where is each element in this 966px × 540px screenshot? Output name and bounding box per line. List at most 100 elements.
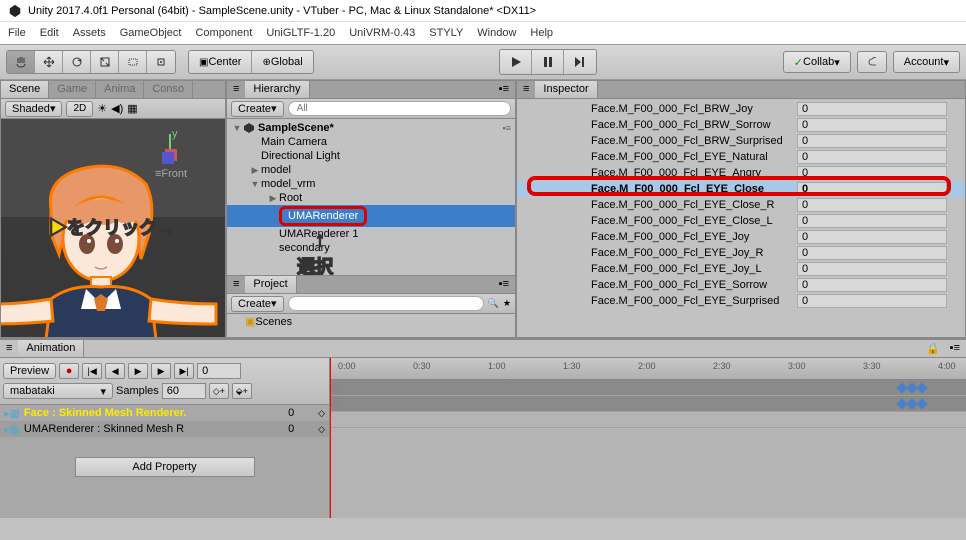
add-event-button[interactable]: ⬙+ xyxy=(232,383,252,399)
anim-play-button[interactable]: ▶ xyxy=(128,363,148,379)
blendshape-row[interactable]: Face.M_F00_000_Fcl_EYE_Joy_R0 xyxy=(517,245,965,261)
cloud-icon xyxy=(868,57,876,67)
first-frame-button[interactable]: |◀ xyxy=(82,363,102,379)
tab-animation[interactable]: Animation xyxy=(18,340,84,357)
transform-tool-button[interactable] xyxy=(147,51,175,73)
panel-menu-icon[interactable]: ▪≡ xyxy=(944,340,966,357)
fx-icon[interactable]: ▦ xyxy=(127,102,137,115)
step-button[interactable] xyxy=(564,50,596,74)
blendshape-row[interactable]: Face.M_F00_000_Fcl_BRW_Sorrow0 xyxy=(517,117,965,133)
panel-menu-icon[interactable]: ▪≡ xyxy=(493,276,515,293)
tab-inspector[interactable]: Inspector xyxy=(535,81,597,98)
menu-help[interactable]: Help xyxy=(530,27,553,39)
menu-gameobject[interactable]: GameObject xyxy=(120,27,182,39)
samples-input[interactable] xyxy=(162,383,206,399)
inspector-panel: ≡ Inspector Face.M_F00_000_Fcl_BRW_Joy0F… xyxy=(516,80,966,338)
frame-input[interactable] xyxy=(197,363,241,379)
menu-window[interactable]: Window xyxy=(477,27,516,39)
blendshape-row[interactable]: Face.M_F00_000_Fcl_EYE_Joy_L0 xyxy=(517,261,965,277)
menu-component[interactable]: Component xyxy=(195,27,252,39)
unity-logo-icon xyxy=(8,4,22,18)
blendshape-row[interactable]: Face.M_F00_000_Fcl_BRW_Joy0 xyxy=(517,101,965,117)
hand-icon xyxy=(15,56,27,68)
hierarchy-item[interactable]: UMARenderer 1 xyxy=(227,227,515,241)
tab-anima[interactable]: Anima xyxy=(96,81,144,98)
scene-viewport[interactable]: y ≡Front xyxy=(1,119,225,337)
menu-file[interactable]: File xyxy=(8,27,26,39)
tab-game[interactable]: Game xyxy=(49,81,96,98)
filter-icon[interactable]: 🔍 xyxy=(488,298,499,309)
hierarchy-item[interactable]: UMARenderer xyxy=(227,205,515,227)
global-button[interactable]: ⊕ Global xyxy=(252,51,312,73)
hierarchy-create-button[interactable]: Create ▾ xyxy=(231,101,284,117)
2d-toggle[interactable]: 2D xyxy=(66,101,93,117)
animation-track[interactable]: ▸▦UMARenderer : Skinned Mesh R0◇ xyxy=(0,421,329,437)
rotate-tool-button[interactable] xyxy=(63,51,91,73)
hierarchy-panel: ≡ Hierarchy ▪≡ Create ▾ ▼ SampleScene* ▪… xyxy=(226,80,516,338)
hierarchy-item[interactable]: Directional Light xyxy=(227,149,515,163)
project-create-button[interactable]: Create ▾ xyxy=(231,296,284,312)
tab-scene[interactable]: Scene xyxy=(1,81,49,98)
menu-styly[interactable]: STYLY xyxy=(429,27,463,39)
menu-unigltf[interactable]: UniGLTF-1.20 xyxy=(266,27,335,39)
annotation-click: ▶をクリック→ xyxy=(49,214,175,240)
hierarchy-item[interactable]: secondary xyxy=(227,241,515,255)
play-button[interactable] xyxy=(500,50,532,74)
blendshape-row[interactable]: Face.M_F00_000_Fcl_BRW_Surprised0 xyxy=(517,133,965,149)
tab-conso[interactable]: Conso xyxy=(144,81,193,98)
next-frame-button[interactable]: ▶ xyxy=(151,363,171,379)
record-button[interactable]: ● xyxy=(59,363,79,379)
hierarchy-item[interactable]: ▶model xyxy=(227,163,515,177)
timeline-ruler[interactable]: 0:000:301:001:302:002:303:003:304:00 xyxy=(330,358,966,380)
hierarchy-item[interactable]: ▶Root xyxy=(227,191,515,205)
blendshape-row[interactable]: Face.M_F00_000_Fcl_EYE_Natural0 xyxy=(517,149,965,165)
hierarchy-item[interactable]: Main Camera xyxy=(227,135,515,149)
shaded-dropdown[interactable]: Shaded ▾ xyxy=(5,101,62,117)
audio-icon[interactable]: ◀) xyxy=(111,102,123,115)
animation-controls-panel: Preview ● |◀ ◀ ▶ ▶ ▶| mabataki ▾ Samples… xyxy=(0,358,330,518)
scale-tool-button[interactable] xyxy=(91,51,119,73)
menu-edit[interactable]: Edit xyxy=(40,27,59,39)
hierarchy-search-input[interactable] xyxy=(288,101,511,116)
panel-menu-icon[interactable]: ▪≡ xyxy=(493,81,515,98)
animation-timeline[interactable]: 0:000:301:001:302:002:303:003:304:00 xyxy=(330,358,966,518)
blendshape-row[interactable]: Face.M_F00_000_Fcl_EYE_Sorrow0 xyxy=(517,277,965,293)
menu-univrm[interactable]: UniVRM-0.43 xyxy=(349,27,415,39)
panel-lock-icon[interactable]: 🔒 xyxy=(922,340,944,357)
animation-tracks: ▸▦Face : Skinned Mesh Renderer.0◇▸▦UMARe… xyxy=(0,405,329,518)
move-tool-button[interactable] xyxy=(35,51,63,73)
hierarchy-item[interactable]: ▼model_vrm xyxy=(227,177,515,191)
light-icon[interactable]: ☀ xyxy=(97,102,107,115)
blendshape-row[interactable]: Face.M_F00_000_Fcl_EYE_Surprised0 xyxy=(517,293,965,309)
pause-button[interactable] xyxy=(532,50,564,74)
project-folder-scenes[interactable]: ▣ Scenes xyxy=(227,314,515,329)
annotation-arrow-up: ↑ xyxy=(315,229,325,252)
workspace: Scene Game Anima Conso Shaded ▾ 2D ☀ ◀) … xyxy=(0,80,966,338)
hand-tool-button[interactable] xyxy=(7,51,35,73)
favorite-icon[interactable]: ★ xyxy=(503,298,511,309)
last-frame-button[interactable]: ▶| xyxy=(174,363,194,379)
project-search-input[interactable] xyxy=(288,296,484,311)
animation-track[interactable]: ▸▦Face : Skinned Mesh Renderer.0◇ xyxy=(0,405,329,421)
scene-root[interactable]: ▼ SampleScene* ▪≡ xyxy=(227,121,515,135)
collab-button[interactable]: ✓ Collab ▾ xyxy=(783,51,851,73)
rect-tool-button[interactable] xyxy=(119,51,147,73)
samples-label: Samples xyxy=(116,385,159,397)
cloud-button[interactable] xyxy=(857,51,887,73)
blendshape-row[interactable]: Face.M_F00_000_Fcl_EYE_Joy0 xyxy=(517,229,965,245)
timeline-body[interactable] xyxy=(330,380,966,518)
tab-project[interactable]: Project xyxy=(245,276,296,293)
center-button[interactable]: ▣ Center xyxy=(189,51,252,73)
tab-hierarchy[interactable]: Hierarchy xyxy=(245,81,309,98)
menu-assets[interactable]: Assets xyxy=(73,27,106,39)
add-keyframe-button[interactable]: ◇+ xyxy=(209,383,229,399)
pivot-tools: ▣ Center ⊕ Global xyxy=(188,50,314,74)
account-button[interactable]: Account ▾ xyxy=(893,51,960,73)
preview-button[interactable]: Preview xyxy=(3,363,56,379)
blendshape-row[interactable]: Face.M_F00_000_Fcl_EYE_Close_L0 xyxy=(517,213,965,229)
prev-frame-button[interactable]: ◀ xyxy=(105,363,125,379)
svg-text:y: y xyxy=(172,129,178,140)
clip-dropdown[interactable]: mabataki ▾ xyxy=(3,383,113,399)
blendshape-row[interactable]: Face.M_F00_000_Fcl_EYE_Close_R0 xyxy=(517,197,965,213)
add-property-button[interactable]: Add Property xyxy=(75,457,255,477)
